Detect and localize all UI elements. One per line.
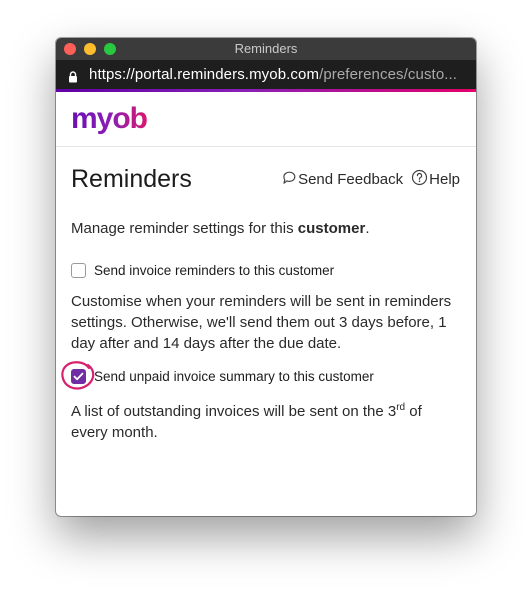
title-bar: Reminders [56, 38, 476, 61]
window-title: Reminders [234, 41, 298, 56]
summary-label[interactable]: Send unpaid invoice summary to this cust… [94, 369, 374, 384]
invoice-reminders-description: Customise when your reminders will be se… [71, 293, 452, 352]
summary-option[interactable]: Send unpaid invoice summary to this cust… [61, 361, 374, 390]
intro-bold: customer [297, 220, 366, 237]
intro-text: Manage reminder settings for this custom… [71, 220, 369, 237]
send-feedback-label: Send Feedback [298, 171, 404, 188]
summary-description-prefix: A list of outstanding invoices will be s… [71, 403, 397, 420]
invoice-reminders-checkbox[interactable] [71, 263, 86, 278]
invoice-reminders-option[interactable]: Send invoice reminders to this customer [71, 263, 334, 278]
summary-description: A list of outstanding invoices will be s… [71, 397, 461, 443]
lock-icon [68, 70, 78, 88]
myob-logo: myob [71, 102, 148, 135]
url-host: https://portal.reminders.myob.com [89, 66, 320, 83]
brand-header: myob [56, 92, 476, 147]
url-text[interactable]: https://portal.reminders.myob.com/prefer… [89, 61, 457, 89]
page-title: Reminders [71, 165, 192, 193]
browser-window: Reminders https://portal.reminders.myob.… [56, 38, 476, 516]
summary-description-sup: rd [396, 402, 406, 413]
highlight-circle [61, 361, 95, 390]
question-circle-icon [411, 169, 429, 190]
help-label: Help [429, 171, 460, 188]
summary-checkbox[interactable] [61, 361, 95, 390]
header-links: Send Feedback Help [281, 169, 460, 190]
invoice-reminders-label[interactable]: Send invoice reminders to this customer [94, 263, 334, 278]
intro-prefix: Manage reminder settings for this [71, 220, 298, 237]
address-bar[interactable]: https://portal.reminders.myob.com/prefer… [56, 61, 476, 89]
url-path: /preferences/custo... [319, 66, 458, 83]
speech-bubble-icon [281, 170, 298, 190]
help-link[interactable]: Help [411, 169, 460, 190]
send-feedback-link[interactable]: Send Feedback [281, 170, 403, 190]
reminders-panel: Reminders Send Feedback Help Manage remi… [56, 147, 476, 516]
intro-suffix: . [365, 220, 370, 237]
